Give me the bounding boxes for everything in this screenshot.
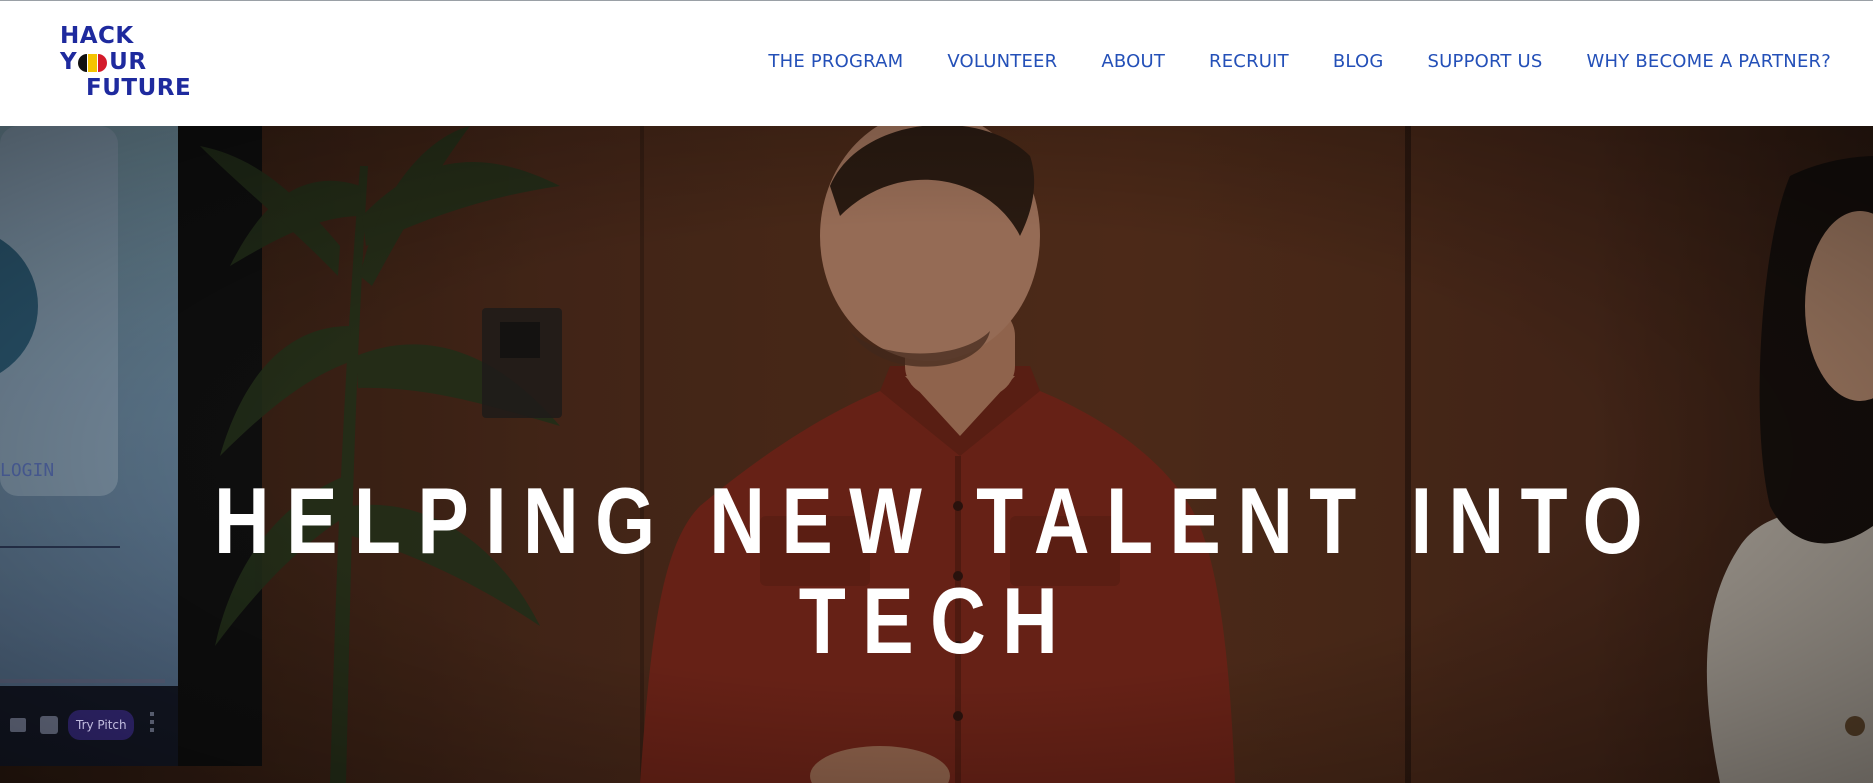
hero-banner: LOGIN Try Pitch HELPING NEW TALENT INTO … [0, 126, 1873, 783]
logo-line-1: HACK [60, 23, 134, 49]
nav-link-support-us[interactable]: SUPPORT US [1428, 51, 1543, 72]
belgian-flag-icon [78, 54, 108, 72]
nav-link-recruit[interactable]: RECRUIT [1209, 51, 1289, 72]
screen-login-text: LOGIN [0, 460, 55, 481]
main-navigation: THE PROGRAM VOLUNTEER ABOUT RECRUIT BLOG… [724, 51, 1831, 72]
hack-your-future-logo[interactable]: HACK Y UR FUTURE [58, 23, 208, 103]
screen-try-pitch-button: Try Pitch [76, 718, 127, 732]
site-header: HACK Y UR FUTURE THE PROGRAM VOLUNTEER AB… [0, 1, 1873, 126]
nav-link-blog[interactable]: BLOG [1333, 51, 1384, 72]
hero-background-photo [0, 126, 1873, 783]
logo-line-2: Y UR [60, 49, 147, 75]
nav-link-the-program[interactable]: THE PROGRAM [768, 51, 903, 72]
nav-link-about[interactable]: ABOUT [1101, 51, 1165, 72]
hero-title: HELPING NEW TALENT INTO TECH [214, 467, 1659, 673]
logo-line-3: FUTURE [86, 75, 192, 101]
nav-link-why-become-a-partner[interactable]: WHY BECOME A PARTNER? [1587, 51, 1831, 72]
logo-letter-y: Y [60, 49, 78, 75]
nav-link-volunteer[interactable]: VOLUNTEER [947, 51, 1057, 72]
logo-letters-ur: UR [109, 49, 147, 75]
